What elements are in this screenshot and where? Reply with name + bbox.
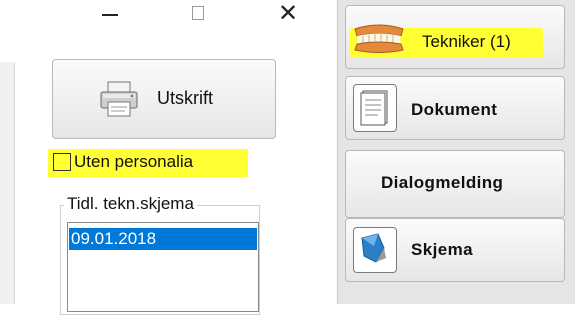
previous-forms-list[interactable]: 09.01.2018 bbox=[67, 222, 259, 312]
minimize-button[interactable] bbox=[95, 0, 125, 30]
print-button-label: Utskrift bbox=[157, 88, 213, 108]
form-button-label: Skjema bbox=[411, 240, 473, 259]
technician-button-label: Tekniker (1) bbox=[422, 32, 511, 51]
close-icon: ✕ bbox=[277, 0, 299, 27]
left-edge-panel bbox=[0, 62, 15, 304]
form-icon bbox=[353, 227, 397, 273]
dialog-message-button-label: Dialogmelding bbox=[381, 173, 504, 192]
minimize-icon bbox=[102, 14, 118, 16]
list-item[interactable]: 09.01.2018 bbox=[69, 228, 257, 250]
teeth-icon bbox=[354, 24, 404, 53]
maximize-icon bbox=[192, 6, 204, 20]
document-button-label: Dokument bbox=[411, 100, 498, 119]
printer-icon bbox=[100, 81, 138, 117]
without-personal-info-checkbox[interactable] bbox=[53, 153, 71, 171]
maximize-button[interactable] bbox=[182, 0, 212, 30]
print-button[interactable]: Utskrift bbox=[52, 59, 276, 139]
close-button[interactable]: ✕ bbox=[273, 0, 303, 28]
without-personal-info-label[interactable]: Uten personalia bbox=[74, 152, 193, 172]
document-icon bbox=[353, 84, 397, 132]
previous-forms-group-title: Tidl. tekn.skjema bbox=[64, 194, 197, 214]
